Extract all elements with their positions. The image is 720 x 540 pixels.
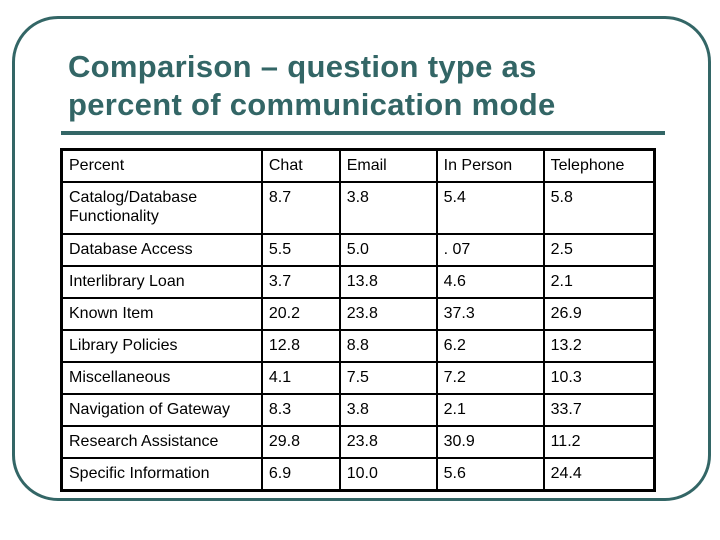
cell-telephone: 5.8 [542, 181, 656, 235]
cell-chat: 4.1 [260, 361, 341, 395]
cell-email: 3.8 [338, 393, 438, 427]
cell-chat: 29.8 [260, 425, 341, 459]
cell-in-person: 6.2 [435, 329, 545, 363]
cell-telephone: 2.1 [542, 265, 656, 299]
cell-chat: 8.3 [260, 393, 341, 427]
cell-in-person: 2.1 [435, 393, 545, 427]
cell-email: 7.5 [338, 361, 438, 395]
cell-chat: 20.2 [260, 297, 341, 331]
table-row: Known Item 20.2 23.8 37.3 26.9 [60, 297, 656, 331]
cell-email: 8.8 [338, 329, 438, 363]
cell-in-person: 37.3 [435, 297, 545, 331]
slide-title: Comparison – question type as percent of… [68, 48, 688, 124]
comparison-table: Percent Chat Email In Person Telephone C… [60, 148, 656, 492]
title-underline-rule [61, 131, 665, 135]
table-row: Library Policies 12.8 8.8 6.2 13.2 [60, 329, 656, 363]
cell-email: 10.0 [338, 457, 438, 492]
table-row: Catalog/Database Functionality 8.7 3.8 5… [60, 181, 656, 235]
cell-telephone: 26.9 [542, 297, 656, 331]
table-row: Miscellaneous 4.1 7.5 7.2 10.3 [60, 361, 656, 395]
cell-chat: 12.8 [260, 329, 341, 363]
cell-chat: 8.7 [260, 181, 341, 235]
cell-telephone: 11.2 [542, 425, 656, 459]
cell-telephone: 2.5 [542, 233, 656, 267]
table-row: Interlibrary Loan 3.7 13.8 4.6 2.1 [60, 265, 656, 299]
cell-email: 5.0 [338, 233, 438, 267]
header-in-person: In Person [435, 148, 545, 183]
header-percent: Percent [60, 148, 263, 183]
cell-in-person: . 07 [435, 233, 545, 267]
cell-telephone: 33.7 [542, 393, 656, 427]
cell-email: 23.8 [338, 425, 438, 459]
row-label: Library Policies [60, 329, 263, 363]
table-header-row: Percent Chat Email In Person Telephone [60, 148, 656, 183]
header-telephone: Telephone [542, 148, 656, 183]
cell-in-person: 7.2 [435, 361, 545, 395]
cell-in-person: 5.6 [435, 457, 545, 492]
cell-chat: 6.9 [260, 457, 341, 492]
row-label: Specific Information [60, 457, 263, 492]
cell-telephone: 10.3 [542, 361, 656, 395]
cell-in-person: 5.4 [435, 181, 545, 235]
row-label: Database Access [60, 233, 263, 267]
cell-email: 3.8 [338, 181, 438, 235]
cell-telephone: 13.2 [542, 329, 656, 363]
cell-chat: 5.5 [260, 233, 341, 267]
row-label: Interlibrary Loan [60, 265, 263, 299]
row-label: Navigation of Gateway [60, 393, 263, 427]
cell-in-person: 4.6 [435, 265, 545, 299]
cell-telephone: 24.4 [542, 457, 656, 492]
cell-email: 13.8 [338, 265, 438, 299]
header-chat: Chat [260, 148, 341, 183]
title-line-1: Comparison – question type as [68, 49, 537, 84]
table-row: Database Access 5.5 5.0 . 07 2.5 [60, 233, 656, 267]
row-label: Catalog/Database Functionality [60, 181, 263, 235]
table-row: Research Assistance 29.8 23.8 30.9 11.2 [60, 425, 656, 459]
cell-email: 23.8 [338, 297, 438, 331]
title-line-2: percent of communication mode [68, 87, 556, 122]
cell-chat: 3.7 [260, 265, 341, 299]
cell-in-person: 30.9 [435, 425, 545, 459]
header-email: Email [338, 148, 438, 183]
row-label: Research Assistance [60, 425, 263, 459]
row-label: Miscellaneous [60, 361, 263, 395]
table-row: Specific Information 6.9 10.0 5.6 24.4 [60, 457, 656, 492]
table-row: Navigation of Gateway 8.3 3.8 2.1 33.7 [60, 393, 656, 427]
row-label: Known Item [60, 297, 263, 331]
